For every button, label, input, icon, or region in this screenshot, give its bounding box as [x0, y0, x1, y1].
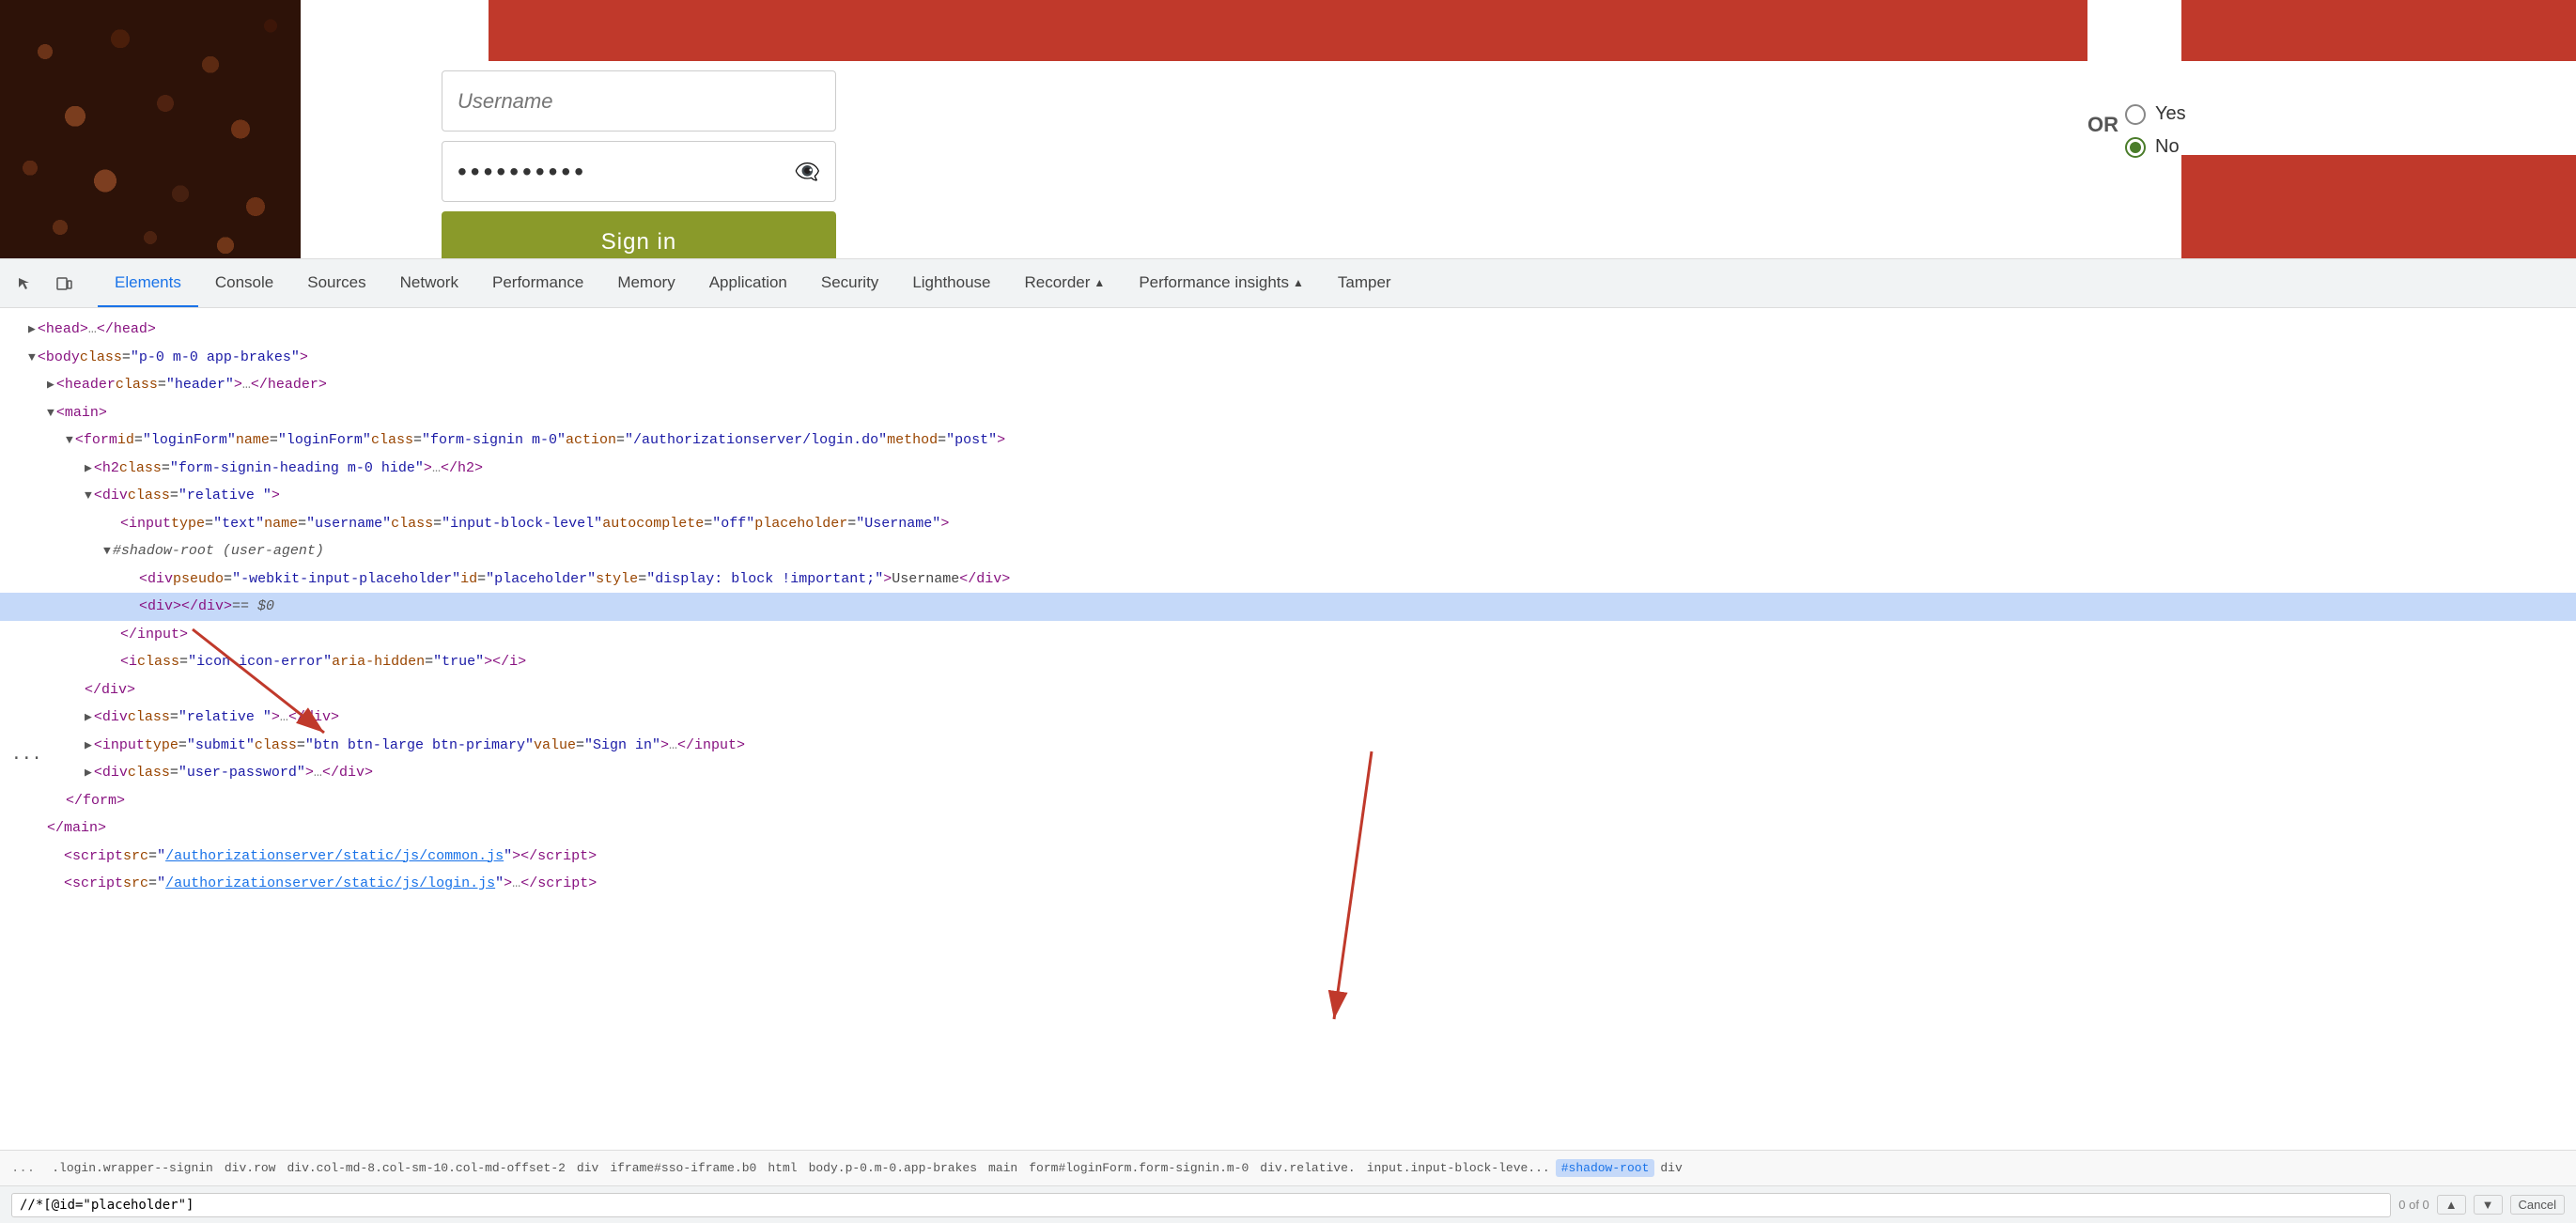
- tree-close-input[interactable]: </input>: [0, 621, 2576, 649]
- tree-div-placeholder[interactable]: <div pseudo="-webkit-input-placeholder" …: [0, 565, 2576, 594]
- tree-close-form[interactable]: </form>: [0, 787, 2576, 815]
- tree-icon-error[interactable]: <i class="icon icon-error" aria-hidden="…: [0, 648, 2576, 676]
- breadcrumb-shadow-root[interactable]: #shadow-root: [1556, 1159, 1655, 1177]
- cursor-icon[interactable]: [9, 269, 39, 299]
- tree-header[interactable]: ▶<header class="header">…</header>: [0, 371, 2576, 399]
- radio-no-circle: [2125, 137, 2146, 158]
- tree-main[interactable]: ▼<main>: [0, 399, 2576, 427]
- toolbar-icons: [9, 269, 79, 299]
- breadcrumb-html[interactable]: html: [762, 1159, 802, 1177]
- breadcrumb-login-wrapper[interactable]: .login.wrapper--signin: [46, 1159, 219, 1177]
- red-bar-right: [2181, 0, 2576, 61]
- devtools-panel: Elements Console Sources Network Perform…: [0, 258, 2576, 1223]
- tab-performance[interactable]: Performance: [475, 259, 600, 307]
- or-text: OR: [2087, 113, 2118, 137]
- radio-yes-circle: [2125, 104, 2146, 125]
- radio-no-inner: [2130, 142, 2141, 153]
- tree-close-main[interactable]: </main>: [0, 814, 2576, 843]
- tab-recorder[interactable]: Recorder ▲: [1008, 259, 1123, 307]
- search-up-button[interactable]: ▲: [2437, 1195, 2466, 1215]
- breadcrumb-form[interactable]: form#loginForm.form-signin.m-0: [1023, 1159, 1254, 1177]
- devtools-content: ▶<head>…</head> ▼<body class="p-0 m-0 ap…: [0, 308, 2576, 1150]
- tree-script-common[interactable]: <script src="/authorizationserver/static…: [0, 843, 2576, 871]
- red-bar-bottom-right: [2181, 155, 2576, 258]
- cancel-search-button[interactable]: Cancel: [2510, 1195, 2565, 1215]
- devtools-search-bar: 0 of 0 ▲ ▼ Cancel: [0, 1185, 2576, 1223]
- tree-h2[interactable]: ▶<h2 class="form-signin-heading m-0 hide…: [0, 455, 2576, 483]
- devtools-tabs: Elements Console Sources Network Perform…: [98, 259, 1408, 307]
- eye-icon[interactable]: 👁‍🗨: [795, 160, 820, 184]
- tab-lighthouse[interactable]: Lighthouse: [895, 259, 1007, 307]
- devtools-breadcrumb: ... .login.wrapper--signin div.row div.c…: [0, 1150, 2576, 1185]
- username-input[interactable]: [442, 70, 836, 132]
- radio-yes-label: Yes: [2155, 103, 2186, 125]
- radio-no[interactable]: No: [2125, 136, 2186, 158]
- breadcrumb-iframe[interactable]: iframe#sso-iframe.b0: [604, 1159, 762, 1177]
- coffee-image: [0, 0, 301, 258]
- password-dots: ••••••••••: [458, 157, 795, 187]
- tab-application[interactable]: Application: [692, 259, 804, 307]
- tree-head[interactable]: ▶<head>…</head>: [0, 316, 2576, 344]
- breadcrumb-div-relative[interactable]: div.relative.: [1254, 1159, 1360, 1177]
- coffee-beans-bg: [0, 0, 301, 258]
- devtools-toolbar: Elements Console Sources Network Perform…: [0, 259, 2576, 308]
- radio-no-label: No: [2155, 136, 2180, 158]
- tab-elements[interactable]: Elements: [98, 259, 198, 307]
- breadcrumb-input[interactable]: input.input-block-leve...: [1361, 1159, 1556, 1177]
- tree-div-user-password[interactable]: ▶<div class="user-password">…</div>: [0, 759, 2576, 787]
- tab-console[interactable]: Console: [198, 259, 290, 307]
- password-field-wrap: •••••••••• 👁‍🗨: [442, 141, 836, 202]
- tree-close-div1[interactable]: </div>: [0, 676, 2576, 704]
- radio-yes[interactable]: Yes: [2125, 103, 2186, 125]
- tree-div-relative2[interactable]: ▶<div class="relative ">…</div>: [0, 704, 2576, 732]
- tab-memory[interactable]: Memory: [600, 259, 691, 307]
- tree-shadow-root[interactable]: ▼#shadow-root (user-agent): [0, 537, 2576, 565]
- tree-script-login[interactable]: <script src="/authorizationserver/static…: [0, 870, 2576, 898]
- breadcrumb-body[interactable]: body.p-0.m-0.app-brakes: [803, 1159, 983, 1177]
- tree-input-username[interactable]: <input type="text" name="username" class…: [0, 510, 2576, 538]
- breadcrumb-div-final[interactable]: div: [1654, 1159, 1687, 1177]
- tab-performance-insights[interactable]: Performance insights ▲: [1122, 259, 1321, 307]
- breadcrumb-ellipsis[interactable]: ...: [8, 1159, 39, 1178]
- tab-tamper[interactable]: Tamper: [1321, 259, 1408, 307]
- search-count: 0 of 0: [2398, 1198, 2429, 1212]
- login-area: •••••••••• 👁‍🗨 Sign in: [301, 0, 2087, 258]
- tab-sources[interactable]: Sources: [290, 259, 382, 307]
- right-side: OR Yes No: [2087, 0, 2576, 258]
- breadcrumb-div-row[interactable]: div.row: [219, 1159, 282, 1177]
- tree-div-relative[interactable]: ▼<div class="relative ">: [0, 482, 2576, 510]
- device-toggle-icon[interactable]: [49, 269, 79, 299]
- breadcrumb-div-col[interactable]: div.col-md-8.col-sm-10.col-md-offset-2: [281, 1159, 570, 1177]
- radio-group: Yes No: [2125, 103, 2186, 158]
- tree-body[interactable]: ▼<body class="p-0 m-0 app-brakes">: [0, 344, 2576, 372]
- perf-insights-icon: ▲: [1293, 276, 1304, 289]
- login-form: •••••••••• 👁‍🗨 Sign in: [442, 70, 836, 272]
- tab-security[interactable]: Security: [804, 259, 895, 307]
- html-tree[interactable]: ▶<head>…</head> ▼<body class="p-0 m-0 ap…: [0, 308, 2576, 1150]
- tree-form[interactable]: ▼<form id="loginForm" name="loginForm" c…: [0, 426, 2576, 455]
- tree-div-eq-s0[interactable]: <div></div> == $0: [0, 593, 2576, 621]
- tree-input-submit[interactable]: ▶<input type="submit" class="btn btn-lar…: [0, 732, 2576, 760]
- breadcrumb-div[interactable]: div: [571, 1159, 604, 1177]
- red-bar-top: [489, 0, 2087, 61]
- breadcrumb-main[interactable]: main: [983, 1159, 1023, 1177]
- search-down-button[interactable]: ▼: [2474, 1195, 2503, 1215]
- tab-network[interactable]: Network: [383, 259, 475, 307]
- recorder-icon: ▲: [1094, 276, 1105, 289]
- search-input[interactable]: [11, 1193, 2391, 1217]
